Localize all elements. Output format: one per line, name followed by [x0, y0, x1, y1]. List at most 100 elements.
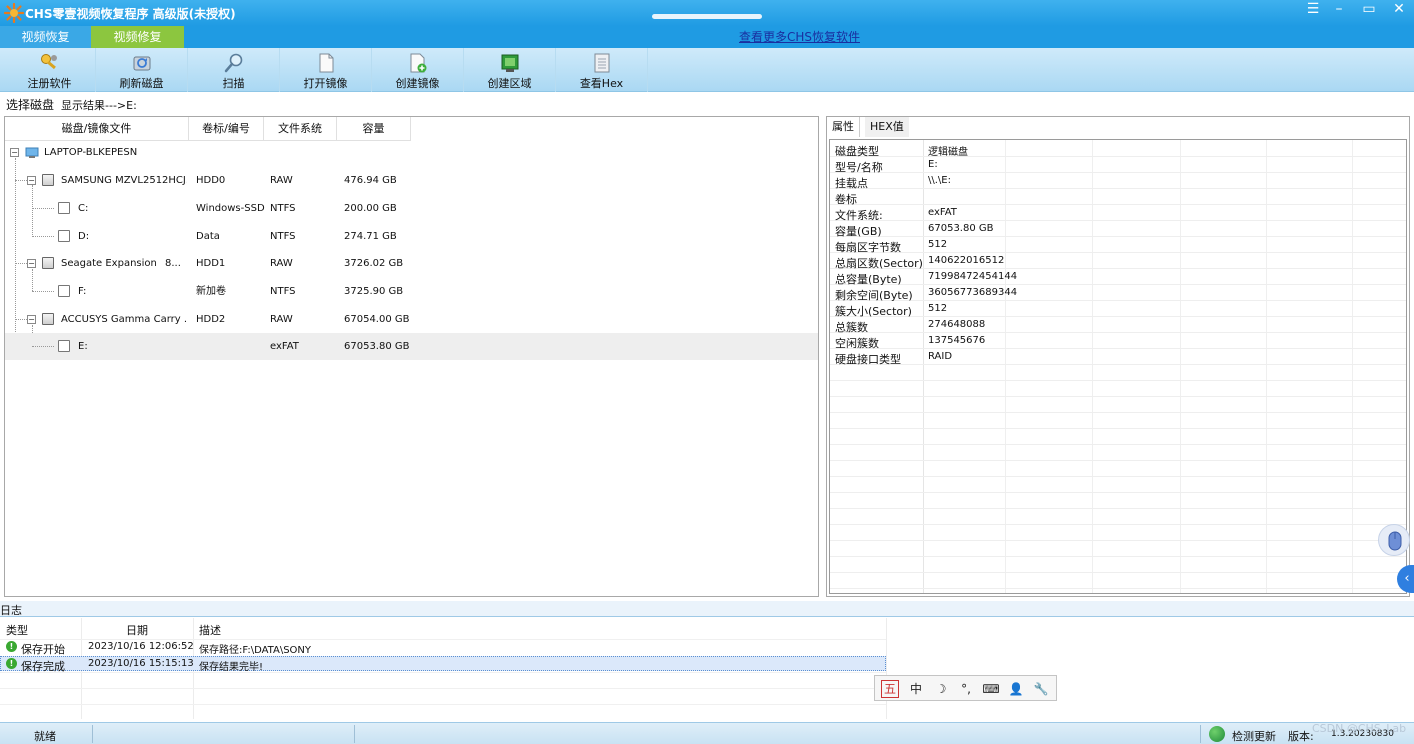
- disk-label: HDD1: [196, 258, 226, 269]
- grid-line: [0, 688, 886, 689]
- register-label: 注册软件: [27, 77, 72, 90]
- prop-value: 逻辑磁盘: [928, 147, 968, 158]
- log-row[interactable]: ! 保存开始 2023/10/16 12:06:52 保存路径:F:\DATA\…: [0, 640, 886, 656]
- log-desc: 保存结果完毕!: [199, 662, 264, 673]
- partition-label: 新加卷: [196, 286, 226, 297]
- disk-list-panel: 磁盘/镜像文件 卷标/编号 文件系统 容量 − LAPTOP-BLKEPESN …: [4, 116, 819, 597]
- tab-properties[interactable]: 属性: [827, 117, 860, 137]
- view-hex-button[interactable]: 查看Hex: [556, 48, 648, 92]
- col-volume-label[interactable]: 卷标/编号: [189, 117, 264, 141]
- open-image-button[interactable]: 打开镜像: [280, 48, 372, 92]
- tree-line: [15, 263, 27, 264]
- ime-keyboard-icon[interactable]: ⌨: [981, 679, 1001, 699]
- scan-button[interactable]: 扫描: [188, 48, 280, 92]
- more-software-link[interactable]: 查看更多CHS恢复软件: [739, 30, 860, 44]
- collapse-icon[interactable]: −: [27, 259, 36, 268]
- ok-status-icon: !: [6, 641, 17, 652]
- maximize-button[interactable]: ▭: [1356, 0, 1382, 22]
- status-divider: [1200, 725, 1201, 743]
- ime-wubi-icon[interactable]: 五: [881, 680, 899, 698]
- prop-row-empty: [830, 477, 1406, 493]
- partition-row-selected[interactable]: E: exFAT 67053.80 GB: [5, 333, 818, 360]
- prop-row: 总簇数 274648088: [830, 317, 1406, 334]
- tree-line: [32, 291, 54, 292]
- partition-fs: NTFS: [270, 203, 296, 214]
- log-col-date[interactable]: 日期: [126, 622, 148, 638]
- close-button[interactable]: ✕: [1386, 0, 1412, 22]
- key-icon: [40, 54, 57, 70]
- status-bar: 就绪 检测更新 版本: 1.3.20230830: [0, 722, 1414, 744]
- prop-row: 挂载点 \\.\E:: [830, 173, 1406, 190]
- refresh-disk-button[interactable]: 刷新磁盘: [96, 48, 188, 92]
- toolbar: 注册软件 刷新磁盘 扫描 打开镜像 创建镜像 创建区域 查看Hex: [0, 48, 1414, 92]
- disk-row[interactable]: − ACCUSYS Gamma Carry ... HDD2 RAW 67054…: [5, 306, 818, 333]
- create-region-button[interactable]: 创建区域: [464, 48, 556, 92]
- ime-chinese-mode[interactable]: 中: [906, 679, 926, 699]
- col-disk-file[interactable]: 磁盘/镜像文件: [5, 117, 189, 141]
- collapse-icon[interactable]: −: [27, 315, 36, 324]
- log-row-selected[interactable]: ! 保存完成 2023/10/16 15:15:13 保存结果完毕!: [0, 656, 886, 673]
- ime-user-icon[interactable]: 👤: [1006, 679, 1026, 699]
- drag-handle[interactable]: [652, 14, 762, 19]
- open-image-icon: [319, 53, 333, 73]
- view-hex-label: 查看Hex: [579, 77, 624, 90]
- prop-row: 总扇区数(Sector) 140622016512: [830, 253, 1406, 270]
- col-filesystem[interactable]: 文件系统: [264, 117, 337, 141]
- log-col-type[interactable]: 类型: [6, 622, 28, 638]
- prop-value: 71998472454144: [928, 271, 1018, 282]
- tab-video-recover[interactable]: 视频恢复: [0, 26, 91, 48]
- partition-icon: [58, 230, 70, 242]
- partition-name: E:: [78, 341, 88, 352]
- tree-root-row[interactable]: − LAPTOP-BLKEPESN: [5, 139, 818, 166]
- disk-label: HDD0: [196, 175, 226, 186]
- partition-size: 200.00 GB: [344, 203, 397, 214]
- hex-view-icon: [594, 53, 609, 73]
- partition-fs: exFAT: [270, 341, 299, 352]
- prop-value: 67053.80 GB: [928, 223, 994, 234]
- menu-button[interactable]: ☰: [1300, 0, 1326, 22]
- prop-row: 簇大小(Sector) 512: [830, 301, 1406, 318]
- select-disk-label: 选择磁盘: [6, 98, 55, 112]
- refresh-disk-label: 刷新磁盘: [119, 77, 164, 90]
- log-desc: 保存路径:F:\DATA\SONY: [199, 645, 312, 656]
- check-update-link[interactable]: 检测更新: [1232, 728, 1276, 744]
- collapse-icon[interactable]: −: [27, 176, 36, 185]
- prop-row: 卷标: [830, 189, 1406, 206]
- floating-mouse-widget[interactable]: [1378, 524, 1410, 556]
- prop-row-empty: [830, 525, 1406, 541]
- prop-value: 137545676: [928, 335, 986, 346]
- globe-icon[interactable]: [1209, 726, 1225, 742]
- prop-row: 容量(GB) 67053.80 GB: [830, 221, 1406, 238]
- ime-punctuation-icon[interactable]: °,: [956, 679, 976, 699]
- ime-halfwidth-icon[interactable]: ☽: [931, 679, 951, 699]
- sub-bar: 选择磁盘 显示结果--->E:: [0, 92, 1414, 114]
- prop-row: 总容量(Byte) 71998472454144: [830, 269, 1406, 286]
- partition-row[interactable]: D: Data NTFS 274.71 GB: [5, 223, 818, 250]
- disk-row[interactable]: − Seagate Expansion 8... HDD1 RAW 3726.0…: [5, 250, 818, 277]
- disk-name-suffix: 8...: [165, 258, 181, 269]
- disk-row[interactable]: − SAMSUNG MZVL2512HCJ... HDD0 RAW 476.94…: [5, 167, 818, 194]
- partition-row[interactable]: C: Windows-SSD NTFS 200.00 GB: [5, 195, 818, 222]
- partition-name: C:: [78, 203, 89, 214]
- tab-video-repair[interactable]: 视频修复: [91, 26, 184, 48]
- minimize-button[interactable]: –: [1326, 0, 1352, 22]
- prop-value: 274648088: [928, 319, 986, 330]
- log-col-desc[interactable]: 描述: [199, 622, 221, 638]
- col-capacity[interactable]: 容量: [337, 117, 411, 141]
- register-button[interactable]: 注册软件: [4, 48, 96, 92]
- prop-row-empty: [830, 429, 1406, 445]
- prop-row-empty: [830, 509, 1406, 525]
- grid-line: [0, 704, 886, 705]
- prop-row: 空闲簇数 137545676: [830, 333, 1406, 350]
- ok-status-icon: !: [6, 658, 17, 669]
- partition-fs: NTFS: [270, 231, 296, 242]
- grid-line: [0, 672, 886, 673]
- tab-hex[interactable]: HEX值: [865, 117, 909, 137]
- collapse-icon[interactable]: −: [10, 148, 19, 157]
- computer-icon: [25, 147, 39, 158]
- create-image-button[interactable]: 创建镜像: [372, 48, 464, 92]
- partition-name: D:: [78, 231, 90, 242]
- ime-settings-icon[interactable]: 🔧: [1031, 679, 1051, 699]
- disk-name: Seagate Expansion: [61, 258, 157, 269]
- partition-row[interactable]: F: 新加卷 NTFS 3725.90 GB: [5, 278, 818, 305]
